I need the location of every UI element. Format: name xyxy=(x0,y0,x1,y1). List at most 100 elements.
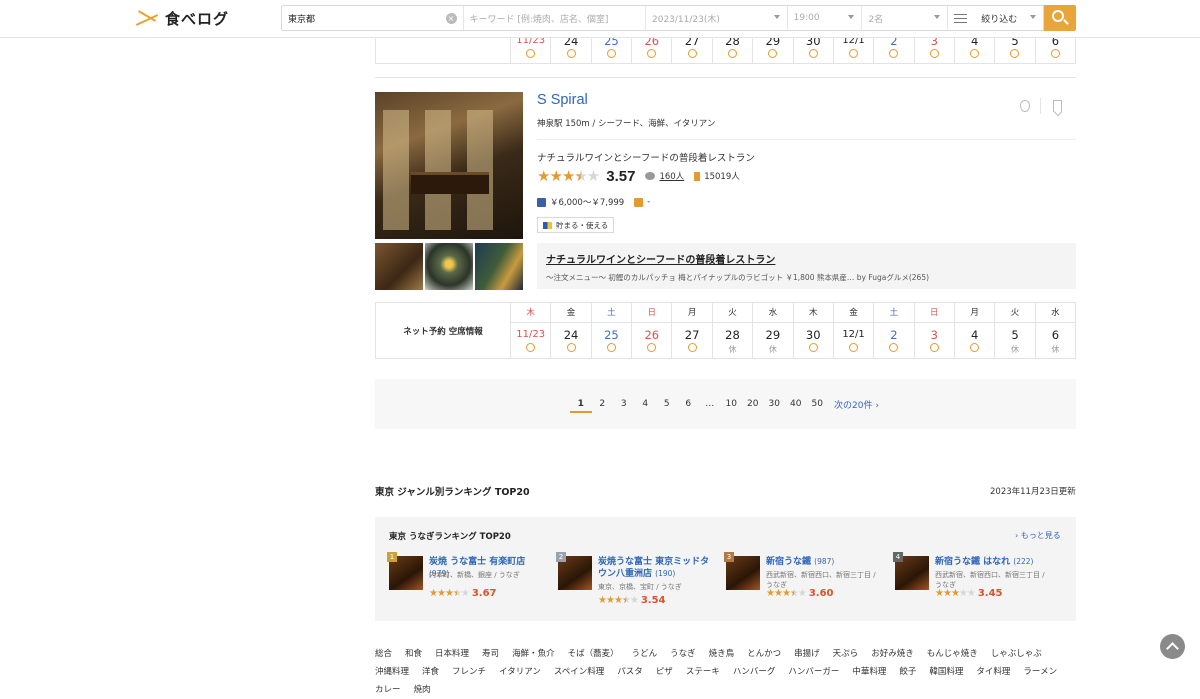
genre-link[interactable]: もんじゃ焼き xyxy=(927,649,978,659)
calendar-day[interactable]: 日 26 xyxy=(632,303,673,358)
calendar-day[interactable]: 月 27 xyxy=(672,303,713,358)
genre-link[interactable]: 洋食 xyxy=(422,667,439,677)
genre-link[interactable]: うなぎ xyxy=(670,649,696,659)
genre-link[interactable]: うどん xyxy=(632,649,658,659)
calendar-day[interactable]: 金 12/1 xyxy=(833,303,875,358)
filter-button[interactable]: 絞り込む xyxy=(948,6,1043,30)
ranking-restaurant-link[interactable]: 新宿うな鐵 (987) xyxy=(766,556,884,568)
page-link[interactable]: 20 xyxy=(742,395,764,413)
star-icon: ★ xyxy=(605,595,615,606)
weekday-label: 土 xyxy=(591,303,632,323)
genre-link[interactable]: ラーメン xyxy=(1023,667,1057,677)
bookmark-icon[interactable] xyxy=(1053,100,1062,112)
review-count-link[interactable]: 160人 xyxy=(659,170,684,182)
restaurant-thumbnail[interactable] xyxy=(475,243,523,290)
genre-link[interactable]: 串揚げ xyxy=(794,649,820,659)
star-icon: ★★★ xyxy=(537,167,575,185)
page-link[interactable]: 30 xyxy=(764,395,786,413)
calendar-day[interactable]: 日3 xyxy=(914,303,955,358)
genre-link[interactable]: 日本料理 xyxy=(435,649,469,659)
calendar-date: 6 xyxy=(1051,328,1060,342)
genre-link[interactable]: ハンバーグ xyxy=(733,667,776,677)
genre-link[interactable]: 中華料理 xyxy=(852,667,886,677)
ranking-restaurant-link[interactable]: 炭焼うな富士 東京ミッドタウン八重洲店 (190) xyxy=(598,556,716,580)
genre-link[interactable]: そば（蕎麦） xyxy=(568,649,619,659)
page-link[interactable]: 6 xyxy=(678,395,700,413)
weekday-label: 月 xyxy=(672,303,712,323)
genre-link[interactable]: パスタ xyxy=(617,667,643,677)
vacancy-calendar: ネット予約 空席情報 木 11/23 金 24 土 25 日 26 月 27 火 28 休水 29 休木 30… xyxy=(375,302,1076,359)
calendar-day[interactable]: 木 30 xyxy=(793,303,834,358)
review-excerpt[interactable]: ナチュラルワインとシーフードの普段着レストラン 〜注文メニュー〜 初鰹のカルパッ… xyxy=(537,243,1076,289)
calendar-day[interactable]: 水 6 休 xyxy=(1035,303,1076,358)
genre-link[interactable]: 総合 xyxy=(375,649,392,659)
restaurant-name-link[interactable]: S Spiral xyxy=(537,92,588,108)
time-select[interactable]: 19:00 xyxy=(788,6,863,30)
calendar-day[interactable]: 木 11/23 xyxy=(511,303,552,358)
calendar-day[interactable]: 火 28 休 xyxy=(712,303,754,358)
calendar-day[interactable]: 土 25 xyxy=(591,303,633,358)
genre-link[interactable]: ステーキ xyxy=(686,667,720,677)
bookmark-count-icon xyxy=(694,171,701,181)
page-link[interactable]: 1 xyxy=(570,395,592,413)
date-select[interactable]: 2023/11/23(木) xyxy=(646,6,788,30)
rating-stars: ★★★★★ xyxy=(537,167,600,185)
star-half-icon: ★ xyxy=(574,167,587,185)
genre-link[interactable]: 焼き鳥 xyxy=(709,649,735,659)
page-link[interactable]: 3 xyxy=(613,395,635,413)
genre-link[interactable]: 寿司 xyxy=(482,649,499,659)
genre-link[interactable]: 餃子 xyxy=(899,667,916,677)
genre-link[interactable]: スペイン料理 xyxy=(554,667,604,677)
next-page-link[interactable]: 次の20件 › xyxy=(834,398,879,411)
rank-badge: 1 xyxy=(387,552,397,562)
more-link[interactable]: › もっと見る xyxy=(1015,530,1061,541)
ranking-area: 西武新宿、新宿西口、新宿三丁目 / うなぎ xyxy=(766,571,876,589)
genre-link[interactable]: フレンチ xyxy=(452,667,486,677)
area-input[interactable]: 東京都 × xyxy=(282,6,464,30)
genre-link[interactable]: とんかつ xyxy=(747,649,781,659)
page-link[interactable]: 10 xyxy=(721,395,743,413)
weekday-label: 土 xyxy=(874,303,914,323)
people-select[interactable]: 2名 xyxy=(862,6,949,30)
keyword-input[interactable]: キーワード [例:焼肉、店名、個室] xyxy=(464,6,646,30)
calendar-day[interactable]: 水 29 休 xyxy=(753,303,794,358)
genre-link[interactable]: イタリアン xyxy=(499,667,541,677)
calendar-day[interactable]: 金 24 xyxy=(551,303,592,358)
genre-link[interactable]: タイ料理 xyxy=(976,667,1010,677)
genre-link[interactable]: 焼肉 xyxy=(414,685,431,695)
rating-stars: ★★★★★ xyxy=(935,588,976,599)
genre-link[interactable]: カレー xyxy=(375,685,401,695)
calendar-day[interactable]: 月4 xyxy=(954,303,996,358)
save-count: 15019人 xyxy=(704,172,740,182)
weekday-label: 日 xyxy=(914,303,954,323)
restaurant-main-photo[interactable] xyxy=(375,92,523,239)
rank-badge: 4 xyxy=(893,552,903,562)
genre-link[interactable]: 天ぷら xyxy=(833,649,859,659)
calendar-day[interactable]: 火 5 休 xyxy=(995,303,1036,358)
page-link[interactable]: 2 xyxy=(592,395,614,413)
clear-icon[interactable]: × xyxy=(445,13,457,24)
available-circle-icon xyxy=(632,343,671,357)
search-button[interactable] xyxy=(1044,5,1076,31)
page-link[interactable]: 40 xyxy=(785,395,807,413)
visited-pin-icon[interactable] xyxy=(1020,100,1030,112)
tabelog-logo[interactable]: 食べログ xyxy=(133,8,229,29)
page-link[interactable]: 5 xyxy=(656,395,678,413)
calendar-day[interactable]: 土2 xyxy=(874,303,915,358)
genre-link[interactable]: 韓国料理 xyxy=(929,667,963,677)
star-empty-icon: ★ xyxy=(797,588,807,599)
genre-link[interactable]: 沖縄料理 xyxy=(375,667,409,677)
genre-link[interactable]: しゃぶしゃぶ xyxy=(991,649,1042,659)
restaurant-thumbnail[interactable] xyxy=(425,243,473,290)
restaurant-thumbnail[interactable] xyxy=(375,243,423,290)
review-title[interactable]: ナチュラルワインとシーフードの普段着レストラン xyxy=(546,251,1067,266)
genre-link[interactable]: ピザ xyxy=(656,667,673,677)
genre-link[interactable]: お好み焼き xyxy=(871,649,914,659)
page-link[interactable]: 4 xyxy=(635,395,657,413)
page-link[interactable]: 50 xyxy=(807,395,829,413)
genre-link[interactable]: 和食 xyxy=(405,649,422,659)
ranking-restaurant-link[interactable]: 新宿うな鐵 はなれ (222) xyxy=(935,556,1053,568)
back-to-top-button[interactable] xyxy=(1160,634,1185,659)
genre-link[interactable]: ハンバーガー xyxy=(788,667,839,677)
genre-link[interactable]: 海鮮・魚介 xyxy=(512,649,555,659)
